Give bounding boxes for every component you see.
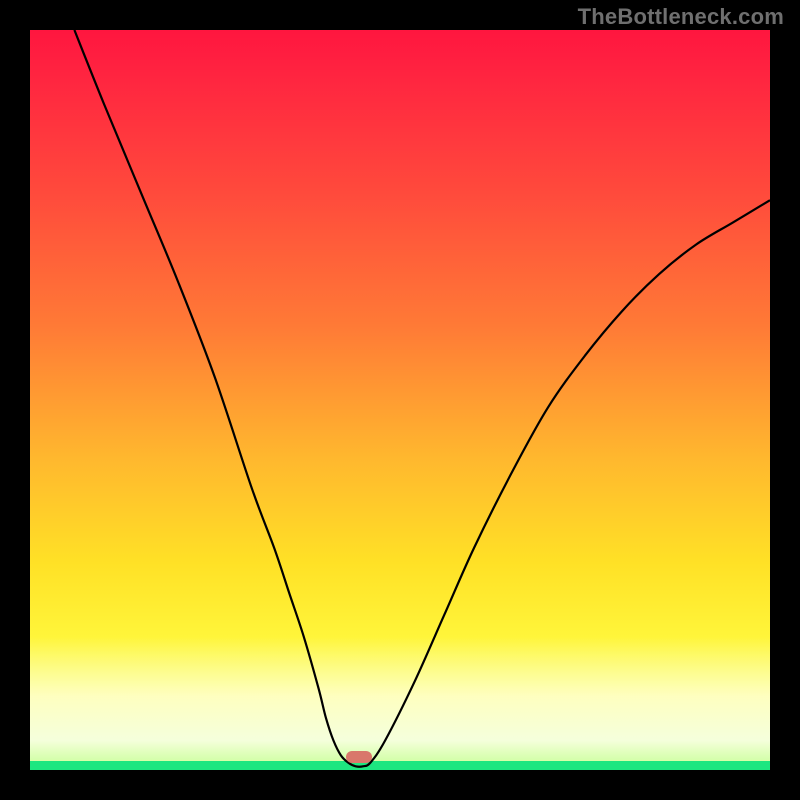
optimal-point-marker: [346, 751, 372, 763]
bottleneck-curve: [30, 30, 770, 770]
bottleneck-curve-path: [74, 30, 770, 767]
chart-plot-area: [30, 30, 770, 770]
watermark-text: TheBottleneck.com: [578, 4, 784, 30]
